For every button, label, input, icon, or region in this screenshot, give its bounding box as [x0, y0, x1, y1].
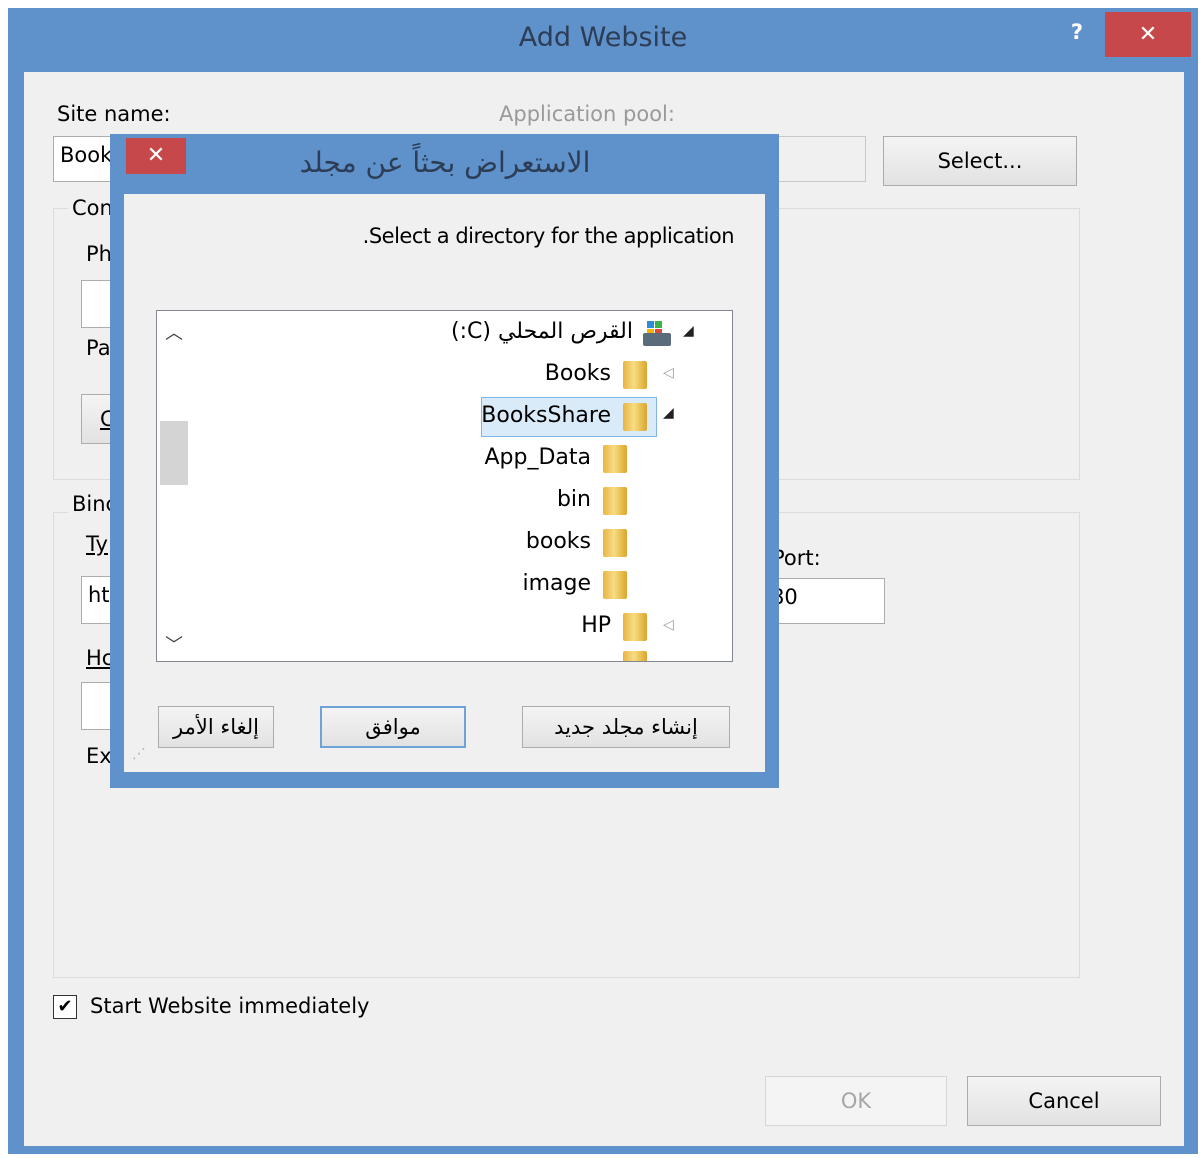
start-website-label: Start Website immediately [90, 994, 370, 1018]
type-label: Ty [86, 532, 108, 556]
browse-cancel-button[interactable]: إلغاء الأمر [158, 706, 274, 748]
pass-through-label: Pa [86, 336, 111, 360]
tree-node-label: BooksShare [481, 403, 611, 428]
help-button[interactable]: ? [1062, 20, 1092, 50]
port-input[interactable]: 80 [764, 578, 885, 624]
tree-scrollbar[interactable]: ︿ ﹀ [157, 311, 191, 661]
site-name-label: Site name: [57, 102, 171, 126]
application-pool-label: Application pool: [499, 102, 675, 126]
instruction-text: .Select a directory for the application [362, 224, 735, 248]
folder-icon [623, 651, 647, 661]
expanded-arrow-icon[interactable]: ◢ [663, 405, 674, 421]
close-button[interactable]: ✕ [1105, 12, 1191, 57]
tree-node-label: bin [556, 487, 591, 512]
folder-icon [623, 403, 647, 431]
tree-node-books-sub[interactable]: books [197, 525, 637, 563]
drive-icon [641, 319, 671, 347]
tree-node-label: القرص المحلي (C:) [451, 319, 633, 344]
tree-node-booksshare[interactable]: ◢ BooksShare [197, 399, 677, 437]
folder-icon [603, 487, 627, 515]
tree-node-label: HP [581, 613, 611, 638]
tree-node-label: books [525, 529, 591, 554]
tree-node-bin[interactable]: bin [197, 483, 637, 521]
physical-path-label: Ph [86, 242, 112, 266]
select-pool-button[interactable]: Select... [883, 136, 1077, 186]
folder-icon [623, 361, 647, 389]
tree-node-books[interactable]: ◁ Books [197, 357, 677, 395]
folder-icon [603, 529, 627, 557]
title-bar[interactable]: Add Website ? ✕ [8, 8, 1198, 70]
expanded-arrow-icon[interactable]: ◢ [683, 323, 694, 339]
browse-ok-button[interactable]: موافق [320, 706, 466, 748]
resize-grip-icon[interactable]: ⋰ [132, 746, 146, 762]
example-label: Ex [86, 744, 112, 768]
dialog-title: Add Website [518, 22, 688, 53]
scroll-down-icon[interactable]: ﹀ [165, 631, 183, 657]
tree-node-drive-c[interactable]: ◢ القرص المحلي (C:) [197, 315, 694, 353]
folder-tree[interactable]: ︿ ﹀ ◢ القرص المحلي (C:) ◁ Books ◢ BooksS… [156, 310, 733, 662]
folder-icon [603, 445, 627, 473]
browse-dialog-body: .Select a directory for the application … [124, 194, 765, 772]
ok-button[interactable]: OK [765, 1076, 947, 1126]
tree-node-label: Books [544, 361, 611, 386]
tree-node-image[interactable]: image [197, 567, 637, 605]
new-folder-button[interactable]: إنشاء مجلد جديد [522, 706, 730, 748]
tree-node-app-data[interactable]: App_Data [197, 441, 637, 479]
start-website-checkbox[interactable]: ✔ [53, 995, 77, 1019]
browse-close-button[interactable]: ✕ [126, 138, 186, 174]
browse-folder-dialog: ✕ الاستعراض بحثاً عن مجلد .Select a dire… [110, 134, 779, 788]
tree-node-label: App_Data [484, 445, 591, 470]
folder-icon [623, 613, 647, 641]
collapsed-arrow-icon[interactable]: ◁ [663, 617, 674, 633]
browse-dialog-title: الاستعراض بحثاً عن مجلد [299, 146, 591, 179]
tree-node-hp[interactable]: ◁ HP [197, 609, 677, 647]
folder-icon [603, 571, 627, 599]
tree-node-label: image [522, 571, 591, 596]
port-label: Port: [772, 546, 821, 570]
scroll-up-icon[interactable]: ︿ [165, 319, 183, 345]
collapsed-arrow-icon[interactable]: ◁ [663, 365, 674, 381]
cancel-button[interactable]: Cancel [967, 1076, 1161, 1126]
scroll-thumb[interactable] [160, 421, 188, 485]
